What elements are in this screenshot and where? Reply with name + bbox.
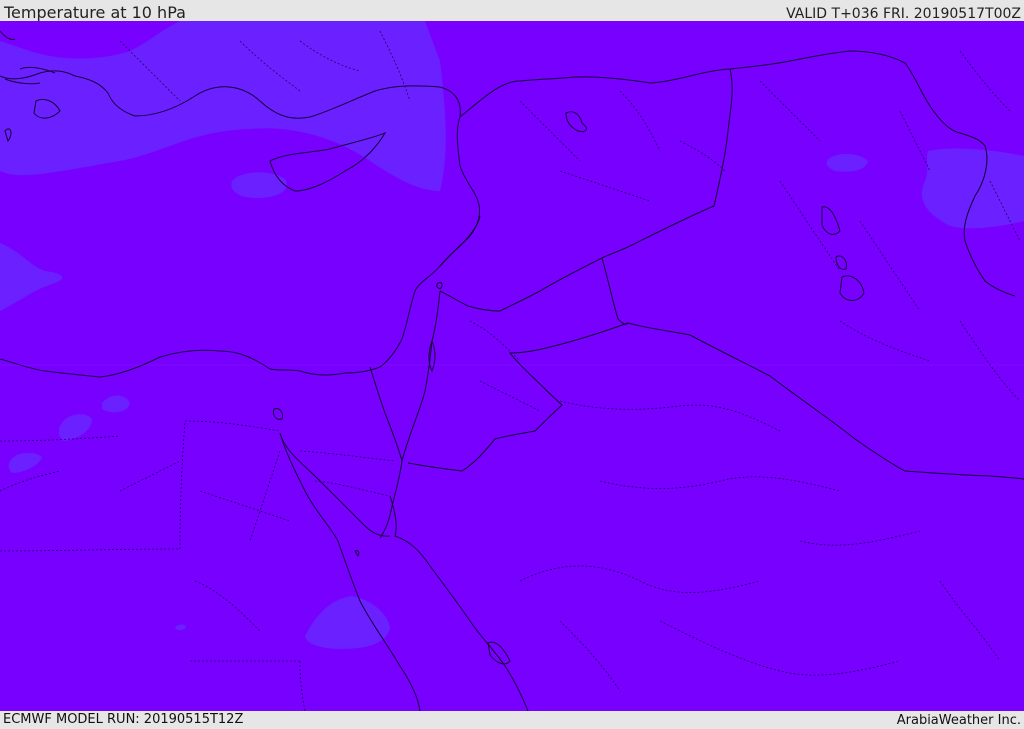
map-area[interactable] bbox=[0, 21, 1024, 711]
footer-bar: ECMWF MODEL RUN: 20190515T12Z ArabiaWeat… bbox=[0, 711, 1024, 729]
weather-map[interactable] bbox=[0, 21, 1024, 711]
header-bar: Temperature at 10 hPa VALID T+036 FRI. 2… bbox=[0, 0, 1024, 21]
credit: ArabiaWeather Inc. bbox=[896, 713, 1021, 728]
iran-patch bbox=[921, 148, 1024, 229]
model-run: ECMWF MODEL RUN: 20190515T12Z bbox=[3, 712, 244, 727]
map-title: Temperature at 10 hPa bbox=[4, 3, 186, 22]
valid-time: VALID T+036 FRI. 20190517T00Z bbox=[786, 6, 1021, 22]
